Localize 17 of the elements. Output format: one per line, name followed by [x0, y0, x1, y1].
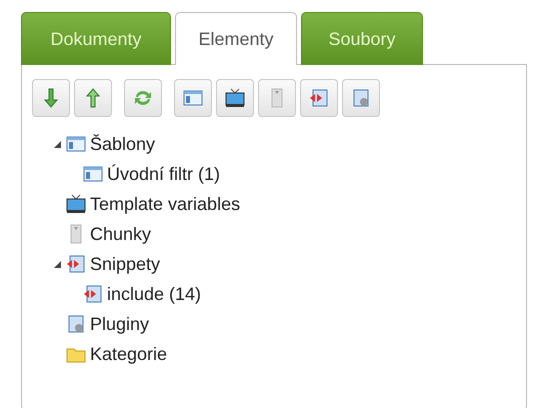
expanded-icon[interactable]	[54, 260, 60, 268]
tree-item[interactable]: Úvodní filtr (1)	[107, 164, 220, 184]
toolbar-button[interactable]	[216, 79, 254, 117]
snippet-icon	[82, 283, 104, 305]
snippet-icon	[308, 87, 330, 109]
tree-item[interactable]: Snippety	[90, 254, 160, 274]
tab[interactable]: Elementy	[175, 12, 297, 65]
tree-item[interactable]: Kategorie	[90, 344, 168, 364]
snippet-icon	[65, 253, 87, 275]
tree-item[interactable]: Pluginy	[90, 314, 150, 334]
tree-item[interactable]: Template variables	[90, 194, 240, 214]
tree-item[interactable]: Chunky	[90, 224, 152, 244]
tv-icon	[224, 87, 246, 109]
tree-item[interactable]: include (14)	[107, 284, 202, 304]
tv-icon	[65, 193, 87, 215]
expanded-icon[interactable]	[54, 140, 60, 148]
tree-item[interactable]: Šablony	[90, 134, 156, 154]
